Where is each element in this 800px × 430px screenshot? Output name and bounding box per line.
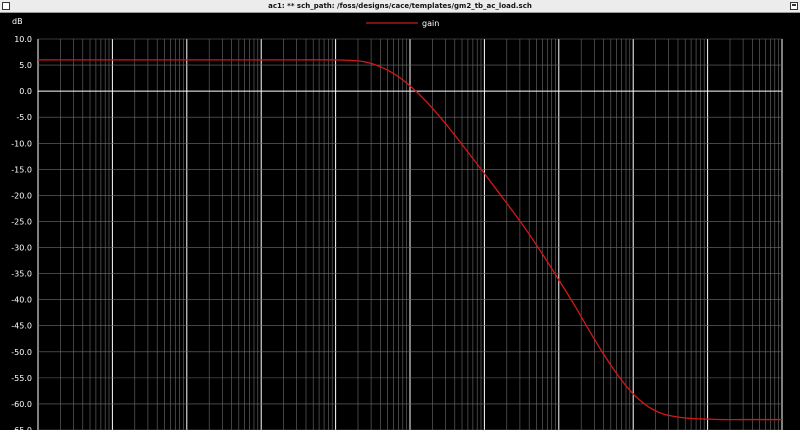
y-tick-label: -15.0 xyxy=(11,165,32,174)
y-axis-unit: dB xyxy=(12,17,23,26)
y-tick-label: -55.0 xyxy=(11,374,32,383)
y-tick-label: -10.0 xyxy=(11,139,32,148)
y-tick-label: -35.0 xyxy=(11,270,32,279)
legend-label-gain: gain xyxy=(422,19,439,28)
y-tick-label: 5.0 xyxy=(19,61,32,70)
y-tick-label: -40.0 xyxy=(11,296,32,305)
title-bar[interactable]: ac1: ** sch_path: /foss/designs/cace/tem… xyxy=(0,0,800,13)
plot-area[interactable]: 10.0 5.0 0.0 -5.0 -10.0 -15.0 -20.0 -25.0 -30.0 -… xyxy=(0,13,800,430)
y-tick-label: 10.0 xyxy=(14,35,32,44)
minimize-icon[interactable] xyxy=(790,2,798,10)
y-tick-label: -5.0 xyxy=(16,113,32,122)
gain-chart[interactable]: 10.0 5.0 0.0 -5.0 -10.0 -15.0 -20.0 -25.0 -30.0 -… xyxy=(0,13,800,430)
y-tick-label: -60.0 xyxy=(11,400,32,409)
y-tick-label: -45.0 xyxy=(11,322,32,331)
plot-window: ac1: ** sch_path: /foss/designs/cace/tem… xyxy=(0,0,800,430)
y-tick-label: 0.0 xyxy=(19,87,32,96)
y-tick-label: -65.0 xyxy=(11,426,32,430)
y-tick-label: -30.0 xyxy=(11,244,32,253)
y-tick-label: -50.0 xyxy=(11,348,32,357)
y-tick-label: -25.0 xyxy=(11,217,32,226)
window-title: ac1: ** sch_path: /foss/designs/cace/tem… xyxy=(268,2,532,10)
y-tick-label: -20.0 xyxy=(11,191,32,200)
